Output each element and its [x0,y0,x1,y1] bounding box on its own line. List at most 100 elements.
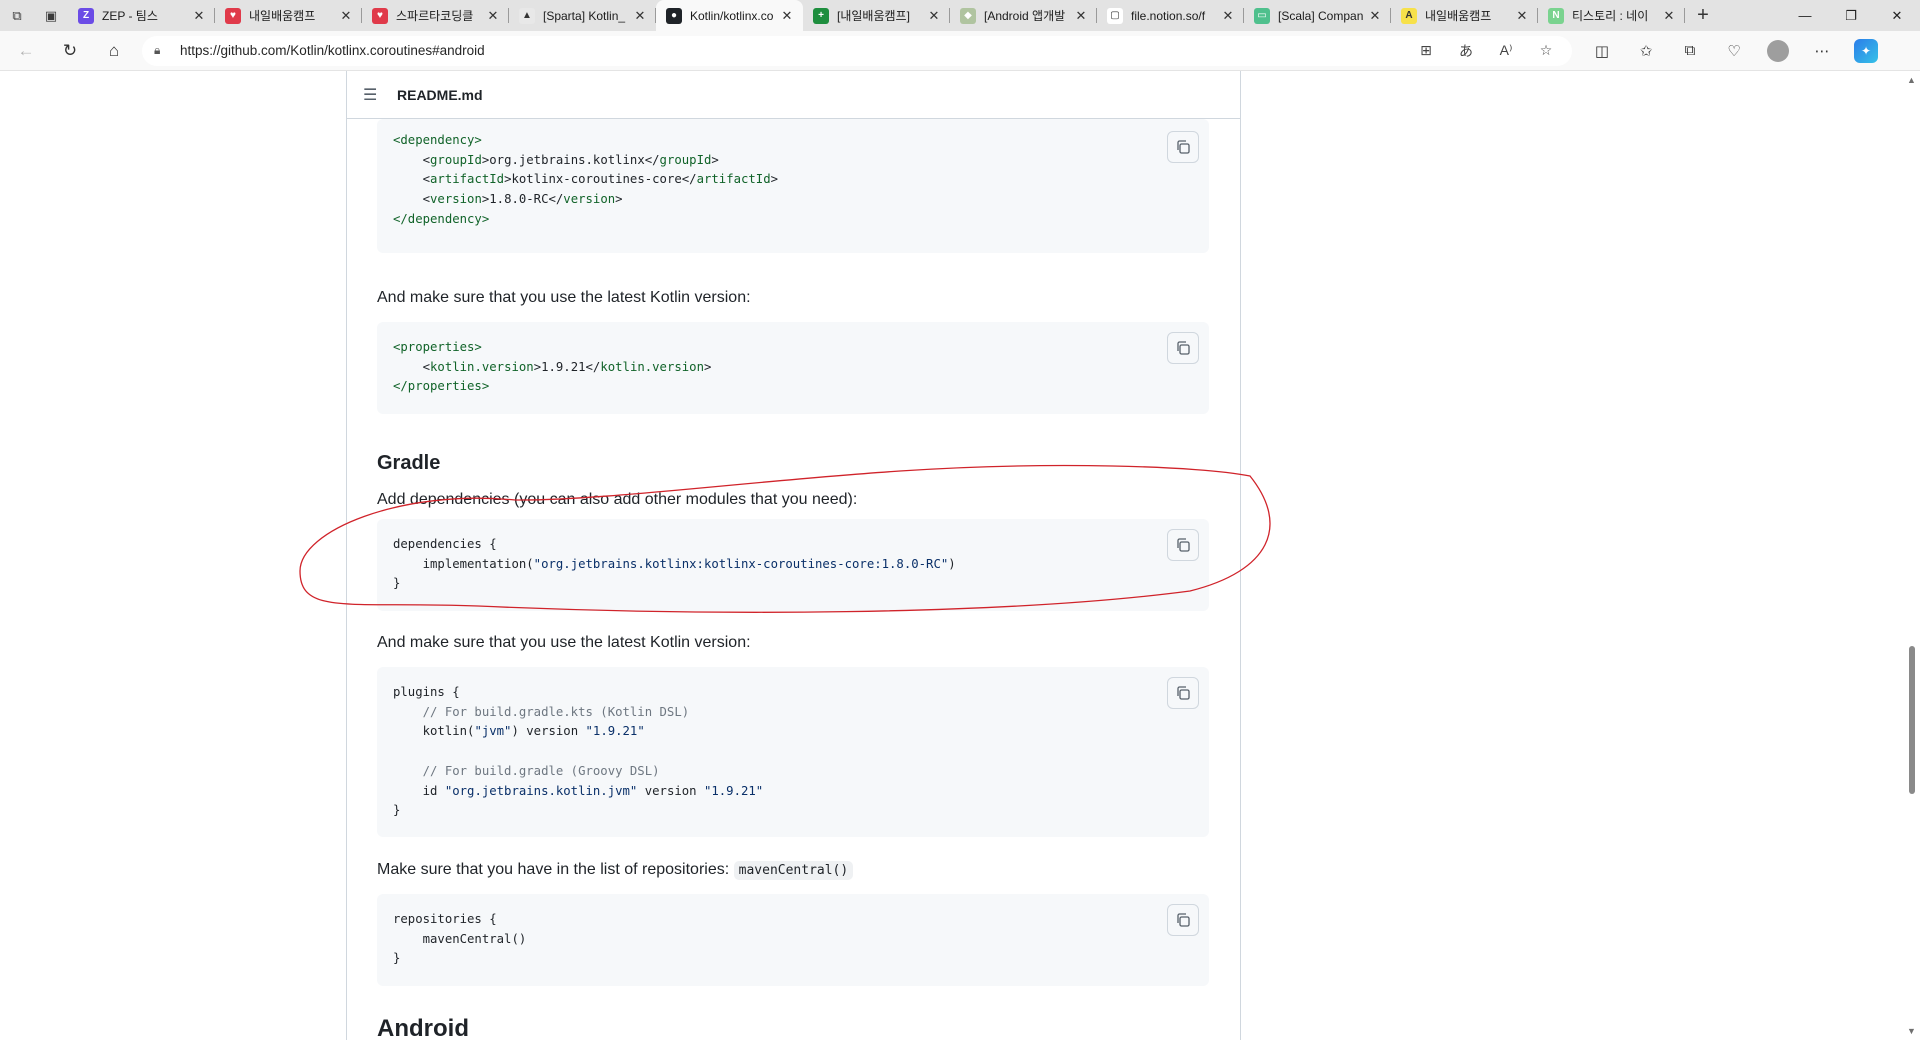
collections-icon[interactable]: ⧉ [1672,35,1708,67]
tab-title: 내일배움캠프 [249,9,316,23]
tab-list: Z ZEP - 팀스 ✕ ♥ 내일배움캠프 ✕ ♥ 스파르타코딩클 ✕ ▲ [Sparta] Kot… [68,0,1685,31]
copy-icon [1177,686,1190,700]
copy-button[interactable] [1167,529,1199,561]
browser-essentials-icon[interactable]: ♡ [1716,35,1752,67]
browser-tab[interactable]: ♥ 스파르타코딩클 ✕ [362,0,509,31]
copy-button[interactable] [1167,332,1199,364]
more-menu-icon[interactable]: ⋯ [1804,35,1840,67]
copy-icon [1177,913,1190,927]
browser-tab[interactable]: ▭ [Scala] Compan ✕ [1244,0,1391,31]
favorite-star-icon[interactable]: ☆ [1530,37,1562,65]
tab-favicon-icon: Z [78,7,94,24]
tab-close-icon[interactable]: ✕ [191,8,207,24]
code-block-gradle-plugins: plugins { // For build.gradle.kts (Kotli… [377,667,1209,837]
copy-button[interactable] [1167,131,1199,163]
code-text: <properties> <kotlin.version>1.9.21</kot… [393,340,712,394]
tab-favicon-icon: A [1401,7,1417,24]
copy-icon [1177,140,1190,154]
tab-favicon-icon: ▢ [1107,7,1123,24]
code-text: <dependency> <groupId>org.jetbrains.kotl… [393,133,779,226]
tab-favicon-icon: ♥ [225,7,241,24]
tab-favicon-icon: ▭ [1254,7,1270,24]
split-screen-icon[interactable]: ◫ [1584,35,1620,67]
readme-header: ☰ README.md [347,71,1240,119]
browser-toolbar: ← ↻ ⌂ 🔒︎ https://github.com/Kotlin/kotli… [0,31,1920,71]
browser-tab[interactable]: + [내일배움캠프] ✕ [803,0,950,31]
browser-tab[interactable]: Z ZEP - 팀스 ✕ [68,0,215,31]
tab-separator [1684,8,1685,23]
browser-tab[interactable]: ♥ 내일배움캠프 ✕ [215,0,362,31]
tab-title: Kotlin/kotlinx.co [690,8,774,23]
tab-title: 스파르타코딩클 [396,9,474,23]
tab-close-icon[interactable]: ✕ [1220,8,1236,24]
tab-title: 티스토리 : 네이 [1572,9,1649,23]
tab-close-icon[interactable]: ✕ [1073,8,1089,24]
copy-button[interactable] [1167,904,1199,936]
copilot-icon[interactable]: ✦ [1854,38,1878,63]
tab-favicon-icon: ◆ [960,7,976,24]
tab-title: [내일배움캠프] [837,9,910,23]
tab-close-icon[interactable]: ✕ [1367,8,1383,24]
favorites-icon[interactable]: ✩ [1628,35,1664,67]
home-button[interactable]: ⌂ [96,35,132,67]
paragraph: And make sure that you use the latest Ko… [377,289,751,306]
url-text: https://github.com/Kotlin/kotlinx.corout… [180,43,485,58]
scroll-up-icon[interactable]: ▲ [1907,75,1916,85]
back-button[interactable]: ← [8,35,44,67]
window-controls: — ❐ ✕ [1782,0,1920,31]
content-right-border [1240,71,1241,1040]
outline-list-icon[interactable]: ☰ [363,85,383,105]
translate-icon[interactable]: あ [1450,37,1482,65]
paragraph: Add dependencies (you can also add other… [377,491,858,508]
paragraph: And make sure that you use the latest Ko… [377,634,751,651]
browser-tab[interactable]: ▢ file.notion.so/f ✕ [1097,0,1244,31]
tab-close-icon[interactable]: ✕ [485,8,501,24]
paragraph-repositories: Make sure that you have in the list of r… [377,861,854,880]
code-block-gradle-dependencies: dependencies { implementation("org.jetbr… [377,519,1209,611]
copy-button[interactable] [1167,677,1199,709]
tab-title: file.notion.so/f [1131,8,1206,23]
heading-android: Android [377,1015,469,1040]
profile-avatar[interactable] [1767,39,1789,62]
read-aloud-icon[interactable]: A⁾ [1490,37,1522,65]
tab-close-icon[interactable]: ✕ [1661,8,1677,24]
tab-close-icon[interactable]: ✕ [926,8,942,24]
new-tab-button[interactable]: + [1685,0,1721,31]
toolbar-right: ◫ ✩ ⧉ ♡ ⋯ ✦ [1584,35,1884,67]
browser-tab[interactable]: N 티스토리 : 네이 ✕ [1538,0,1685,31]
address-bar[interactable]: 🔒︎ https://github.com/Kotlin/kotlinx.cor… [142,35,1572,66]
browser-tab[interactable]: ● Kotlin/kotlinx.co ✕ [656,0,803,31]
scroll-down-icon[interactable]: ▼ [1907,1026,1916,1036]
app-available-icon[interactable]: ⊞ [1410,37,1442,65]
tab-favicon-icon: ▲ [519,7,535,24]
tab-title: [Sparta] Kotlin_ [543,8,626,23]
tab-title: ZEP - 팀스 [102,9,158,23]
code-block-maven-dependency: <dependency> <groupId>org.jetbrains.kotl… [377,119,1209,253]
workspaces-icon[interactable]: ⧉ [0,0,34,31]
browser-tab[interactable]: A 내일배움캠프 ✕ [1391,0,1538,31]
tab-title: 내일배움캠프 [1425,9,1492,23]
readme-filename: README.md [397,86,483,103]
tab-actions-icon[interactable]: ▣ [34,0,68,31]
tab-close-icon[interactable]: ✕ [1514,8,1530,24]
browser-tab[interactable]: ◆ [Android 앱개발 ✕ [950,0,1097,31]
minimize-icon[interactable]: — [1782,0,1828,31]
tab-favicon-icon: + [813,7,829,24]
reload-button[interactable]: ↻ [52,35,88,67]
browser-tab[interactable]: ▲ [Sparta] Kotlin_ ✕ [509,0,656,31]
close-window-icon[interactable]: ✕ [1874,0,1920,31]
tab-close-icon[interactable]: ✕ [632,8,648,24]
page-viewport: ☰ README.md <dependency> <groupId>org.je… [0,71,1920,1040]
page-scrollbar[interactable]: ▲ ▼ [1904,71,1920,1040]
tab-title: [Android 앱개발 [984,9,1066,23]
inline-code: mavenCentral() [733,861,854,880]
copy-icon [1177,341,1190,355]
code-text: repositories { mavenCentral() } [393,912,527,966]
tab-close-icon[interactable]: ✕ [338,8,354,24]
tab-favicon-icon: ♥ [372,7,388,24]
scrollbar-thumb[interactable] [1909,646,1915,794]
heading-gradle: Gradle [377,452,441,474]
tab-close-icon[interactable]: ✕ [779,8,795,24]
restore-icon[interactable]: ❐ [1828,0,1874,31]
lock-icon[interactable]: 🔒︎ [154,43,170,58]
